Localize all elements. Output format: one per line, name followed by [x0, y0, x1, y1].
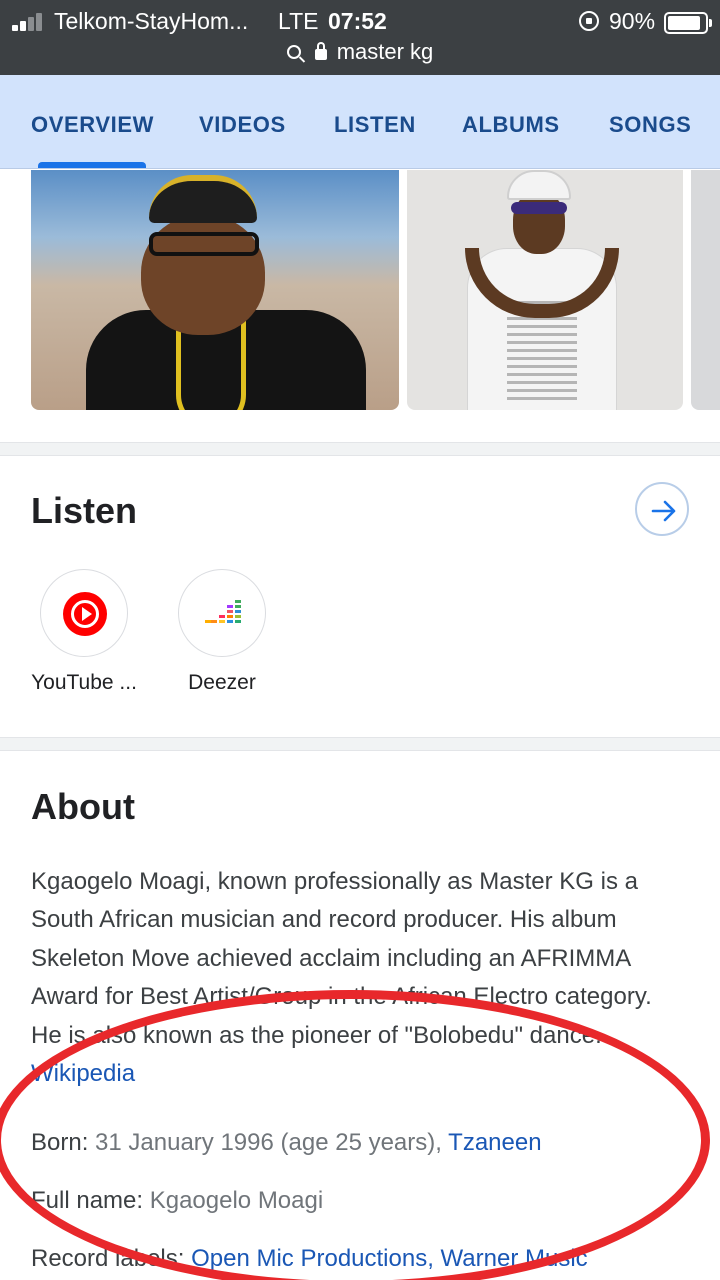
provider-label[interactable]: Deezer	[147, 671, 297, 695]
about-description: Kgaogelo Moagi, known professionally as …	[31, 863, 681, 1093]
warner-music-link[interactable]: Warner Music	[441, 1245, 588, 1272]
fact-label: Record labels	[31, 1245, 178, 1272]
youtube-music-icon	[63, 592, 107, 636]
tab-songs[interactable]: SONGS	[609, 112, 691, 138]
listen-more-button[interactable]	[635, 482, 689, 536]
artist-photo-3[interactable]	[691, 170, 720, 410]
listen-title: Listen	[31, 490, 138, 531]
active-tab-indicator	[38, 162, 146, 168]
section-divider	[0, 737, 720, 751]
fact-full-name: Full name: Kgaogelo Moagi	[31, 1187, 324, 1214]
status-bar: Telkom-StayHom... LTE 07:52 90% master k…	[0, 0, 720, 75]
clock: 07:52	[328, 8, 387, 34]
artist-photo-2[interactable]	[407, 170, 683, 410]
search-icon	[286, 45, 301, 60]
url-query[interactable]: master kg	[337, 39, 434, 64]
about-description-text: Kgaogelo Moagi, known professionally as …	[31, 868, 652, 1049]
fact-born: Born: 31 January 1996 (age 25 years), Tz…	[31, 1129, 542, 1156]
arrow-right-icon	[651, 500, 676, 522]
address-bar[interactable]: master kg	[0, 38, 720, 68]
listen-section: Listen YouTube ... Deezer	[0, 457, 720, 737]
fact-value: Kgaogelo Moagi	[149, 1187, 324, 1214]
tzaneen-link[interactable]: Tzaneen	[448, 1129, 541, 1156]
fact-label: Born	[31, 1129, 82, 1156]
provider-deezer[interactable]	[178, 569, 266, 657]
lock-icon	[314, 41, 327, 60]
signal-icon	[12, 13, 46, 31]
about-title: About	[31, 786, 135, 827]
tab-videos[interactable]: VIDEOS	[199, 112, 286, 138]
artist-photo-1[interactable]	[31, 170, 399, 410]
battery-icon	[664, 12, 712, 34]
image-carousel[interactable]	[0, 170, 720, 442]
rotation-lock-icon	[579, 11, 599, 31]
tab-listen[interactable]: LISTEN	[334, 112, 416, 138]
fact-value: 31 January 1996 (age 25 years),	[95, 1129, 442, 1156]
provider-youtube-music[interactable]	[40, 569, 128, 657]
wikipedia-link[interactable]: Wikipedia	[31, 1060, 135, 1087]
tab-albums[interactable]: ALBUMS	[462, 112, 560, 138]
carrier-name: Telkom-StayHom...	[54, 8, 249, 34]
open-mic-productions-link[interactable]: Open Mic Productions,	[191, 1245, 434, 1272]
provider-label[interactable]: YouTube ...	[9, 671, 159, 695]
network-type: LTE	[278, 8, 319, 34]
fact-record-labels: Record labels: Open Mic Productions, War…	[31, 1245, 588, 1272]
tab-bar: OVERVIEW VIDEOS LISTEN ALBUMS SONGS	[0, 75, 720, 169]
tab-overview[interactable]: OVERVIEW	[31, 112, 154, 138]
about-section: About Kgaogelo Moagi, known professional…	[0, 753, 720, 1280]
deezer-icon	[205, 600, 241, 626]
battery-percent: 90%	[609, 8, 656, 34]
section-divider	[0, 442, 720, 456]
fact-label: Full name	[31, 1187, 137, 1214]
